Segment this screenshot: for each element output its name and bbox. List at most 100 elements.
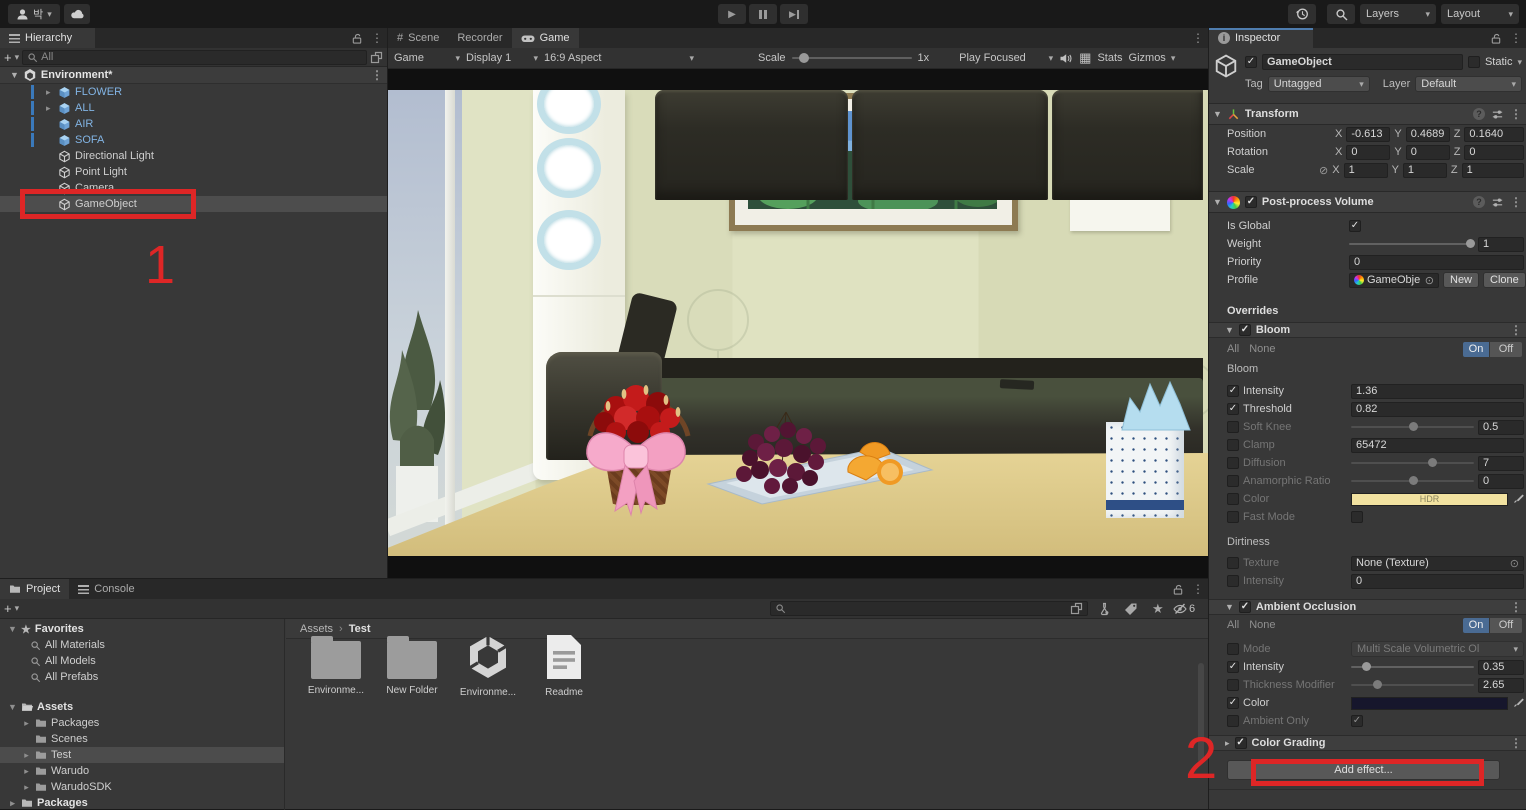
pause-button[interactable] (749, 4, 777, 24)
ao-thickness-slider[interactable] (1351, 680, 1474, 689)
kebab-menu-icon[interactable]: ⋮ (1192, 31, 1204, 45)
tab-project[interactable]: Project (0, 579, 70, 599)
bloom-intensity-field[interactable]: 1.36 (1351, 383, 1524, 399)
display-target-dropdown[interactable]: Game ▾ (394, 52, 460, 64)
help-icon[interactable]: ? (1473, 196, 1485, 208)
slider-knob[interactable] (1466, 239, 1476, 248)
foldout-icon[interactable]: ▼ (10, 70, 19, 80)
kebab-menu-icon[interactable]: ⋮ (1510, 195, 1522, 209)
hierarchy-item-flower[interactable]: ▸ FLOWER (0, 84, 387, 100)
ao-intensity-field[interactable]: 0.35 (1478, 659, 1524, 675)
ppv-component-header[interactable]: ▼ ✓ Post-process Volume ? ⋮ (1209, 191, 1526, 213)
ao-ambientonly-checkbox[interactable] (1227, 715, 1239, 727)
foldout-icon[interactable]: ▼ (8, 624, 17, 634)
bloom-override-header[interactable]: ▼ ✓ Bloom ⋮ (1209, 322, 1526, 338)
hierarchy-item-gameobject[interactable]: GameObject (0, 196, 387, 212)
ao-color-checkbox[interactable]: ✓ (1227, 697, 1239, 709)
search-by-type-icon[interactable] (1097, 602, 1112, 616)
asset-item-folder[interactable]: New Folder (376, 633, 448, 696)
tree-item-all-materials[interactable]: All Materials (0, 637, 284, 653)
scale-y-field[interactable]: 1 (1402, 162, 1447, 178)
weight-field[interactable]: 1 (1478, 236, 1524, 252)
ao-override-header[interactable]: ▼ ✓ Ambient Occlusion ⋮ (1209, 599, 1526, 615)
lock-icon[interactable] (1490, 32, 1502, 45)
bloom-color-checkbox[interactable] (1227, 493, 1239, 505)
none-button[interactable]: None (1249, 343, 1275, 355)
kebab-menu-icon[interactable]: ⋮ (1510, 600, 1522, 614)
colorgrading-enabled-checkbox[interactable]: ✓ (1234, 737, 1247, 749)
tag-dropdown[interactable]: Untagged ▾ (1267, 76, 1370, 92)
tree-item-warudo[interactable]: ▸ Warudo (0, 763, 284, 779)
open-in-window-icon[interactable] (370, 51, 383, 64)
bloom-color-swatch[interactable]: HDR (1351, 492, 1508, 506)
bloom-threshold-checkbox[interactable]: ✓ (1227, 403, 1239, 415)
bloom-intensity-checkbox[interactable]: ✓ (1227, 385, 1239, 397)
bloom-softknee-field[interactable]: 0.5 (1478, 419, 1524, 435)
is-global-checkbox[interactable]: ✓ (1349, 220, 1361, 232)
on-button[interactable]: On (1463, 341, 1489, 357)
add-effect-button[interactable]: Add effect... (1227, 760, 1500, 780)
position-x-field[interactable]: -0.613 (1346, 126, 1391, 142)
static-checkbox[interactable] (1467, 56, 1480, 68)
foldout-icon[interactable]: ▼ (1213, 109, 1222, 119)
stats-button[interactable]: Stats (1097, 52, 1122, 64)
bloom-softknee-checkbox[interactable] (1227, 421, 1239, 433)
display-dropdown[interactable]: Display 1 ▾ (466, 52, 538, 64)
bloom-clamp-checkbox[interactable] (1227, 439, 1239, 451)
dirt-intensity-checkbox[interactable] (1227, 575, 1239, 587)
profile-clone-button[interactable]: Clone (1483, 272, 1526, 288)
kebab-menu-icon[interactable]: ⋮ (1510, 107, 1522, 121)
aspect-dropdown[interactable]: 16:9 Aspect ▾ (544, 52, 694, 64)
create-add-button[interactable]: + (4, 601, 12, 616)
bloom-enabled-checkbox[interactable]: ✓ (1238, 324, 1251, 336)
chevron-down-icon[interactable]: ▾ (15, 603, 20, 614)
bloom-fastmode-checkbox[interactable] (1227, 511, 1239, 523)
bloom-anamorphic-checkbox[interactable] (1227, 475, 1239, 487)
ao-ambientonly-value-checkbox[interactable]: ✓ (1351, 715, 1363, 727)
dirt-texture-field[interactable]: None (Texture) ⊙ (1351, 555, 1524, 571)
ao-mode-dropdown[interactable]: Multi Scale Volumetric Ol ▾ (1351, 641, 1524, 657)
bloom-diffusion-checkbox[interactable] (1227, 457, 1239, 469)
hierarchy-item-sofa[interactable]: SOFA (0, 132, 387, 148)
lock-icon[interactable] (351, 32, 363, 45)
slider-knob[interactable] (1372, 680, 1382, 689)
priority-field[interactable]: 0 (1349, 254, 1524, 270)
hierarchy-item-all[interactable]: ▸ ALL (0, 100, 387, 116)
foldout-icon[interactable]: ▸ (22, 750, 31, 761)
rotation-y-field[interactable]: 0 (1405, 144, 1450, 160)
bloom-softknee-slider[interactable] (1351, 422, 1474, 431)
slider-knob[interactable] (798, 53, 809, 63)
tab-hierarchy[interactable]: Hierarchy (0, 28, 95, 48)
weight-slider[interactable] (1349, 239, 1476, 248)
kebab-menu-icon[interactable]: ⋮ (1510, 736, 1522, 750)
foldout-icon[interactable]: ▸ (22, 766, 31, 777)
slider-knob[interactable] (1361, 662, 1371, 671)
presets-icon[interactable] (1491, 108, 1504, 121)
scale-x-field[interactable]: 1 (1343, 162, 1388, 178)
create-add-button[interactable]: + (4, 50, 12, 65)
foldout-icon[interactable]: ▼ (1213, 197, 1222, 207)
undo-history-button[interactable] (1288, 4, 1316, 24)
bloom-clamp-field[interactable]: 65472 (1351, 437, 1524, 453)
project-search-input[interactable] (770, 601, 1088, 616)
kebab-menu-icon[interactable]: ⋮ (371, 31, 383, 45)
mute-audio-icon[interactable] (1059, 52, 1073, 65)
tab-scene[interactable]: # Scene (388, 28, 448, 48)
open-in-window-icon[interactable] (1070, 602, 1083, 615)
on-button[interactable]: On (1463, 617, 1489, 633)
tree-item-favorites[interactable]: ▼ ★ Favorites (0, 621, 284, 637)
kebab-menu-icon[interactable]: ⋮ (1192, 582, 1204, 596)
expand-icon[interactable]: ▸ (46, 103, 56, 114)
favorites-star-icon[interactable]: ★ (1152, 601, 1164, 617)
kebab-menu-icon[interactable]: ⋮ (1510, 31, 1522, 45)
bloom-anamorphic-slider[interactable] (1351, 476, 1474, 485)
slider-knob[interactable] (1428, 458, 1438, 467)
tab-game[interactable]: Game (511, 28, 579, 48)
tab-inspector[interactable]: i Inspector (1209, 28, 1313, 48)
asset-item-scene[interactable]: Environme... (452, 633, 524, 698)
tree-item-warudosdk[interactable]: ▸ WarudoSDK (0, 779, 284, 795)
eyedropper-icon[interactable] (1512, 493, 1524, 505)
account-button[interactable]: 박 ▾ (8, 4, 60, 24)
foldout-icon[interactable]: ▸ (22, 782, 31, 793)
search-by-label-icon[interactable] (1124, 602, 1138, 616)
